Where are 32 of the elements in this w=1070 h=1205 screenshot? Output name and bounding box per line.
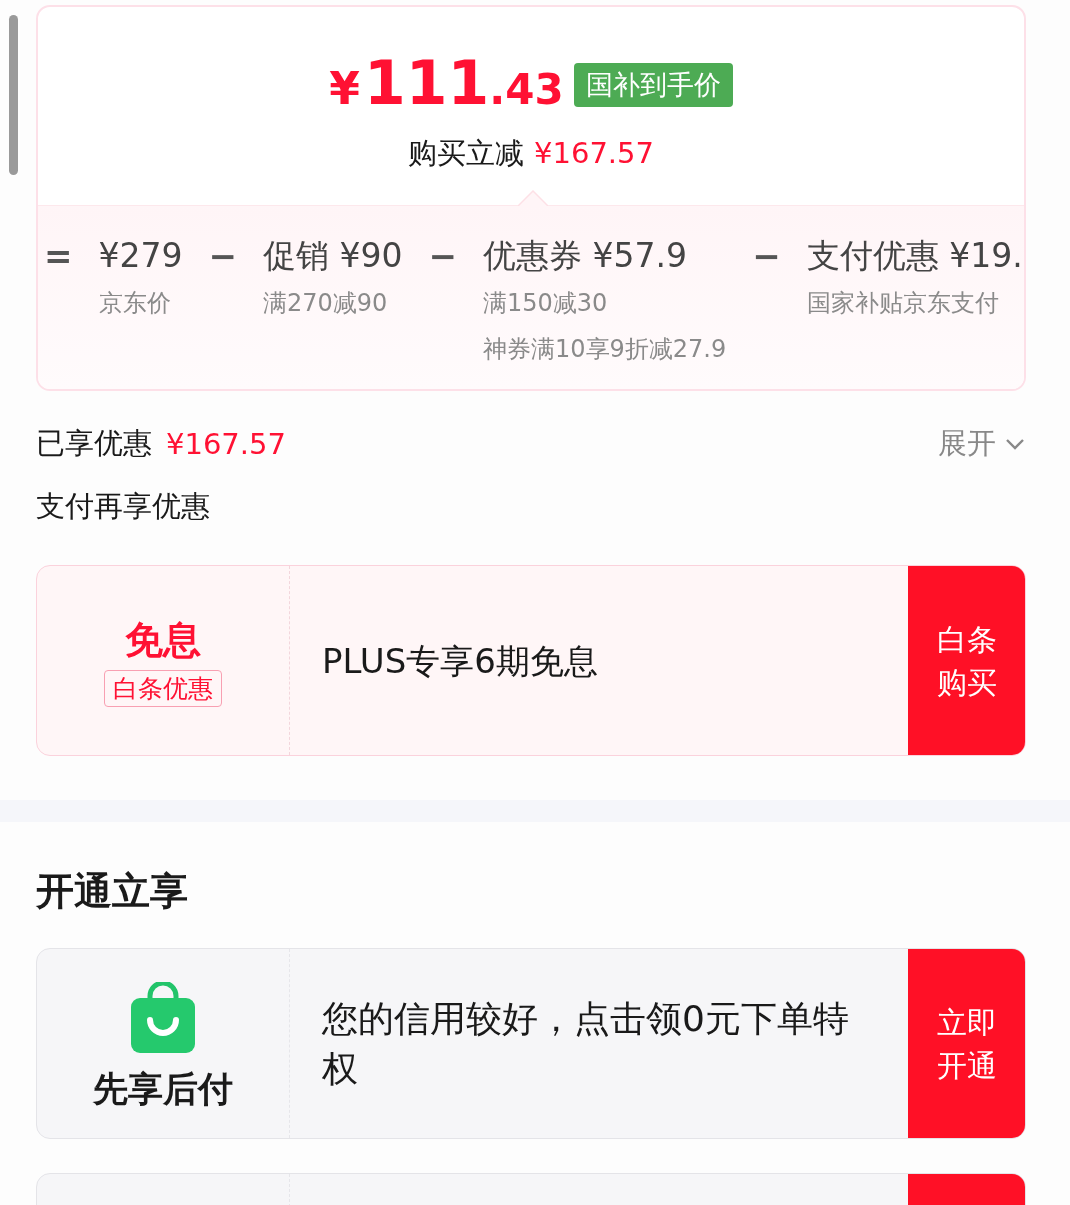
chevron-down-icon (1004, 437, 1026, 451)
offer-text: PLUS专享6期免息 (321, 639, 599, 683)
scrollbar[interactable] (9, 15, 18, 175)
operator: − (428, 235, 457, 278)
breakdown-amount: 促销 ¥90 (263, 235, 403, 277)
price-badge: 国补到手价 (573, 62, 733, 107)
breakdown-note: 满150减30 (482, 288, 609, 319)
breakdown-amount: 优惠券 ¥57.9 (482, 235, 688, 277)
breakdown-note: 国家补贴京东支付 (806, 288, 1000, 319)
offer-text: 您的信用较好，点击领0元下单特权 (321, 996, 850, 1091)
operator: − (208, 235, 237, 278)
discount-amount: ¥167.57 (166, 427, 286, 461)
saving-amount: ¥167.57 (534, 136, 654, 170)
offer-button[interactable]: 立即开通 (908, 949, 1025, 1138)
breakdown-note: 满270减90 (263, 288, 389, 319)
offer-tag-title: 免息 (125, 616, 201, 664)
offer-button[interactable]: 白条购买 (908, 566, 1025, 755)
breakdown-note: 京东价 (98, 288, 172, 319)
breakdown-amount: ¥279 (98, 235, 183, 277)
shopping-bag-icon (130, 982, 196, 1054)
discount-label: 已享优惠 (36, 425, 152, 462)
section-title: 开通立享 (36, 868, 189, 915)
operator: = (44, 235, 73, 278)
operator: − (752, 235, 781, 278)
expand-toggle[interactable]: 展开 (938, 424, 1026, 464)
section-title: 支付再享优惠 (36, 488, 211, 525)
saving-label: 购买立减 (408, 135, 525, 172)
final-price: ¥111.43 (329, 53, 564, 120)
breakdown-note: 神券满10享9折减27.9 (482, 334, 727, 365)
offer-tag-badge: 白条优惠 (104, 669, 222, 707)
breakdown-amount: 支付优惠 ¥19. (806, 235, 1023, 277)
offer-label: 先享后付 (93, 1068, 233, 1111)
